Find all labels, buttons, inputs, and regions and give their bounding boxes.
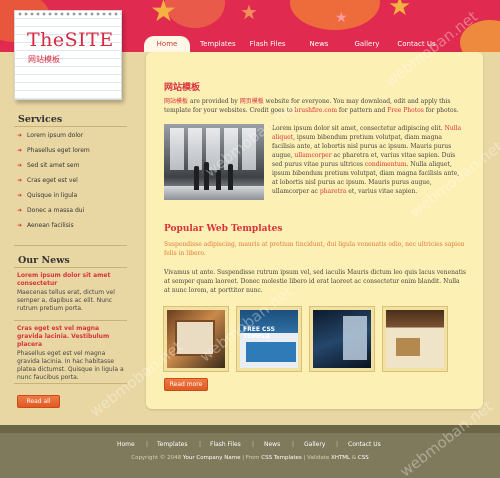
nav-news[interactable]: News	[310, 40, 329, 48]
nav-gallery[interactable]: Gallery	[354, 40, 379, 48]
arrow-right-icon: ➜	[17, 132, 23, 139]
nav-templates[interactable]: Templates	[200, 40, 236, 48]
services-list: ➜ Lorem ipsum dolor ➜ Phasellus eget lorem…	[17, 128, 90, 233]
free-photos-link[interactable]: Free Photos	[387, 107, 424, 114]
arrow-right-icon: ➜	[17, 147, 23, 154]
intro-link[interactable]: 网站模板	[164, 98, 188, 105]
list-item[interactable]: ➜ Lorem ipsum dolor	[17, 128, 90, 143]
logo-subtitle: 网站模板	[28, 55, 60, 64]
notebook-rings	[17, 11, 121, 17]
list-item[interactable]: ➜ Cras eget est vel	[17, 173, 90, 188]
popular-templates-heading: Popular Web Templates	[164, 224, 283, 234]
company-link[interactable]: Your Company Name	[183, 455, 241, 461]
read-all-button[interactable]: Read all	[17, 395, 60, 408]
xhtml-link[interactable]: XHTML	[331, 455, 350, 461]
site-logo[interactable]: TheSITE 网站模板	[14, 10, 122, 100]
news-body: Phasellus eget est vel magna gravida lac…	[17, 350, 124, 381]
arrow-right-icon: ➜	[17, 162, 23, 169]
person-silhouette	[194, 166, 199, 190]
divider	[14, 267, 127, 268]
divider	[14, 320, 127, 321]
news-item: Lorem ipsum dolor sit amet consectetur M…	[17, 272, 125, 313]
footer-link-flash-files[interactable]: Flash Files	[210, 441, 241, 448]
star-icon: ★	[388, 0, 412, 22]
arrow-right-icon: ➜	[17, 177, 23, 184]
star-icon: ★	[150, 0, 177, 29]
footer-link-gallery[interactable]: Gallery	[304, 441, 325, 448]
arrow-right-icon: ➜	[17, 192, 23, 199]
template-thumbnail[interactable]	[383, 307, 447, 371]
star-icon: ★	[240, 0, 258, 24]
list-item[interactable]: ➜ Sed sit amet sem	[17, 158, 90, 173]
news-title[interactable]: Lorem ipsum dolor sit amet consectetur	[17, 272, 125, 288]
footer-link-home[interactable]: Home	[117, 441, 135, 448]
list-item[interactable]: ➜ Phasellus eget lorem	[17, 143, 90, 158]
divider	[14, 126, 127, 127]
logo-title: TheSITE	[27, 29, 114, 51]
news-heading: Our News	[18, 255, 70, 266]
popular-body: Vivamus ut ante. Suspendisse rutrum ipsu…	[164, 269, 466, 294]
news-body: Maecenas tellus erat, dictum vel semper …	[17, 289, 115, 312]
popular-subtitle: Suspendisse adipiscing, mauris at pretiu…	[164, 241, 465, 257]
arrow-right-icon: ➜	[17, 207, 23, 214]
intro-paragraph: 网站模板 are provided by 网页模板 website for ev…	[164, 98, 459, 114]
main-content: 网站模板 网站模板 are provided by 网页模板 website f…	[146, 52, 483, 409]
list-item[interactable]: ➜ Donec a massa dui	[17, 203, 90, 218]
intro-link[interactable]: 网页模板	[240, 98, 264, 105]
divider	[14, 383, 127, 384]
nav-flash-files[interactable]: Flash Files	[250, 40, 286, 48]
arrow-right-icon: ➜	[17, 222, 23, 229]
footer-link-templates[interactable]: Templates	[157, 441, 188, 448]
star-icon: ★	[335, 10, 348, 26]
footer-link-contact-us[interactable]: Contact Us	[348, 441, 381, 448]
css-link[interactable]: CSS	[358, 455, 369, 461]
read-more-button[interactable]: Read more	[164, 378, 208, 391]
services-heading: Services	[18, 114, 63, 125]
content-heading: 网站模板	[164, 83, 201, 93]
list-item[interactable]: ➜ Aenean facilisis	[17, 218, 90, 233]
template-thumbnail[interactable]	[310, 307, 374, 371]
css-templates-link[interactable]: CSS Templates	[261, 455, 302, 461]
main-nav: Home Templates Flash Files News Gallery …	[144, 36, 436, 52]
divider	[14, 245, 127, 246]
news-title[interactable]: Cras eget est vel magna gravida lacinia.…	[17, 325, 125, 349]
news-item: Cras eget est vel magna gravida lacinia.…	[17, 325, 125, 382]
footer-link-news[interactable]: News	[264, 441, 280, 448]
list-item[interactable]: ➜ Quisque in ligula	[17, 188, 90, 203]
nav-home[interactable]: Home	[144, 36, 190, 52]
